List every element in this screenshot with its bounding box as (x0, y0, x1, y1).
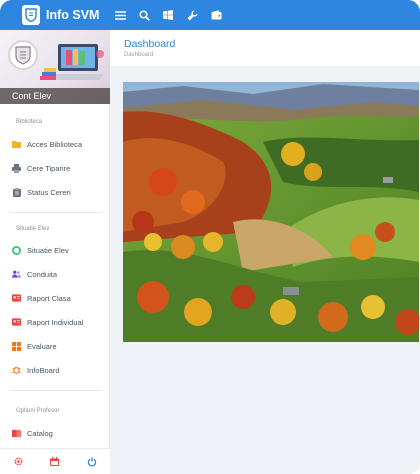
nav-label: Acces Biblioteca (27, 139, 83, 149)
section-label-optiuni-profesor: Optiuni Profesor (16, 408, 60, 414)
nav-item-evaluare[interactable]: Evaluare (12, 338, 57, 354)
autumn-landscape-image (123, 82, 419, 342)
section-label-situatie-elev: Situatie Elev (16, 226, 50, 232)
brand[interactable]: Info SVM (0, 0, 110, 30)
users-icon (12, 270, 21, 279)
nav-label: InfoBoard (27, 365, 60, 375)
nav-item-raport-clasa[interactable]: Raport Clasa (12, 290, 71, 306)
avatar[interactable] (8, 40, 38, 70)
nav-label: Cere Tiparire (27, 163, 71, 173)
id-card-icon (12, 294, 21, 303)
divider (10, 212, 102, 213)
nav-label: Raport Clasa (27, 293, 71, 303)
divider (10, 390, 102, 391)
school-logo-icon (22, 5, 40, 25)
search-icon[interactable] (138, 9, 150, 21)
page-title: Dashboard (124, 38, 176, 50)
nav-item-raport-individual[interactable]: Raport Individual (12, 314, 83, 330)
nav-label: Situatie Elev (27, 245, 69, 255)
page-header: Dashboard Dashboard (110, 30, 420, 66)
clipboard-icon (12, 187, 21, 197)
profile-card: Cont Elev (0, 30, 110, 104)
power-icon[interactable] (86, 456, 98, 468)
windows-icon[interactable] (162, 9, 174, 21)
top-bar: Info SVM (0, 0, 420, 30)
sidebar-footer (0, 448, 110, 474)
calendar-icon[interactable] (49, 456, 61, 468)
wallet-icon[interactable] (210, 9, 222, 21)
id-card-icon (12, 318, 21, 327)
profile-name: Cont Elev (0, 88, 110, 104)
nav-item-infoboard[interactable]: InfoBoard (12, 362, 60, 378)
nav-item-situatie-elev[interactable]: Situatie Elev (12, 242, 69, 258)
wrench-icon[interactable] (186, 9, 198, 21)
folder-icon (12, 140, 21, 149)
nav-label: Status Cereri (27, 187, 71, 197)
nav-label: Evaluare (27, 341, 57, 351)
app-window: Info SVM Cont Elev Biblioteca Acces Bibl… (0, 0, 420, 474)
nav-item-acces-biblioteca[interactable]: Acces Biblioteca (12, 136, 82, 152)
nav-label: Catalog (27, 428, 53, 438)
book-icon (12, 429, 21, 438)
settings-icon[interactable] (12, 456, 24, 468)
nav-item-catalog[interactable]: Catalog (12, 425, 53, 441)
printer-icon (12, 163, 21, 173)
nav-item-status-cereri[interactable]: Status Cereri (12, 184, 71, 200)
section-label-biblioteca: Biblioteca (16, 119, 43, 125)
chart-icon (12, 245, 21, 255)
sidebar: Cont Elev Biblioteca Acces Biblioteca Ce… (0, 30, 110, 474)
nav-label: Conduita (27, 269, 58, 279)
grid-icon (12, 341, 21, 351)
app-title: Info SVM (46, 8, 100, 22)
breadcrumb: Dashboard (124, 52, 154, 58)
nav-label: Raport Individual (27, 317, 84, 327)
nav-item-conduita[interactable]: Conduita (12, 266, 57, 282)
menu-icon[interactable] (114, 9, 126, 21)
bug-icon (12, 366, 21, 375)
main-content: Dashboard Dashboard (110, 30, 420, 474)
nav-item-cere-tiparire[interactable]: Cere Tiparire (12, 160, 70, 176)
